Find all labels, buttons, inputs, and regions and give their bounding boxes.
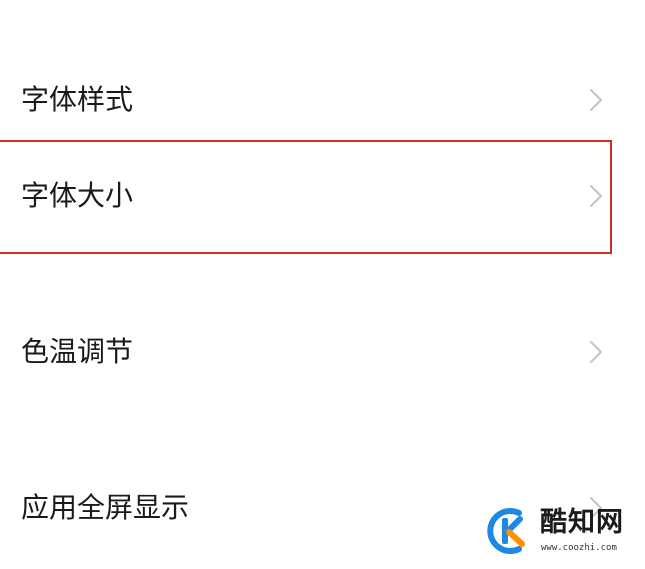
- chevron-right-icon: [590, 341, 602, 363]
- settings-item-fullscreen-apps[interactable]: 应用全屏显示: [0, 460, 645, 556]
- chevron-right-icon: [590, 497, 602, 519]
- chevron-right-icon: [590, 185, 602, 207]
- settings-item-label: 字体大小: [21, 179, 134, 212]
- chevron-right-icon: [590, 89, 602, 111]
- settings-item-label: 字体样式: [21, 83, 134, 116]
- settings-item-font-size[interactable]: 字体大小: [0, 148, 645, 244]
- settings-item-label: 应用全屏显示: [21, 491, 190, 524]
- settings-item-label: 色温调节: [21, 335, 134, 368]
- settings-item-color-temperature[interactable]: 色温调节: [0, 304, 645, 400]
- settings-list: 字体样式 字体大小 色温调节 应用全屏显示: [0, 0, 645, 569]
- settings-item-font-style[interactable]: 字体样式: [0, 52, 645, 148]
